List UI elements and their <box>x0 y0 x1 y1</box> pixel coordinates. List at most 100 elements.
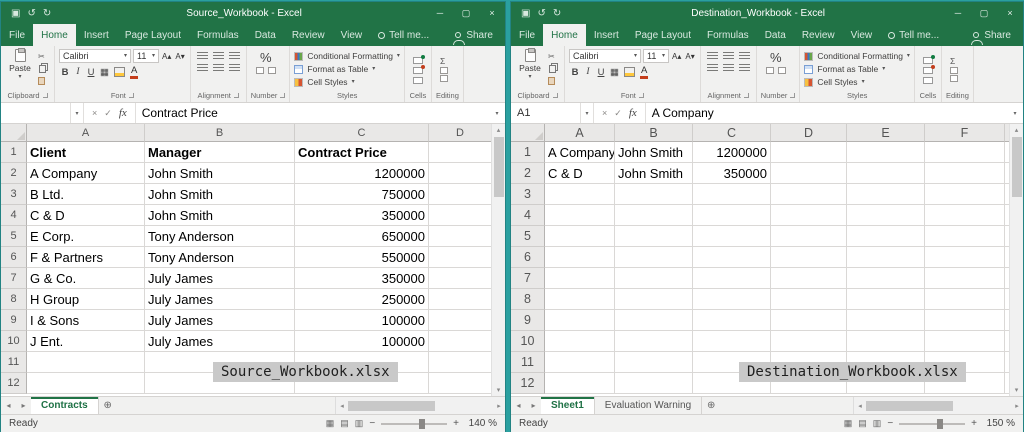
underline-button[interactable]: U <box>87 67 95 78</box>
scroll-down-icon[interactable]: ▾ <box>492 384 505 396</box>
percent-style-button[interactable]: % <box>260 50 272 65</box>
row-header-11[interactable]: 11 <box>511 352 545 373</box>
column-header-C[interactable]: C <box>295 124 429 142</box>
cell-A1[interactable]: A Company <box>545 142 615 163</box>
align-left-icon[interactable] <box>197 64 208 72</box>
cell-D5[interactable] <box>429 226 491 247</box>
increase-font-size-icon[interactable]: A▴ <box>161 52 172 61</box>
align-bottom-icon[interactable] <box>739 52 750 60</box>
ribbon-tab-file[interactable]: File <box>1 24 33 46</box>
page-break-view-icon[interactable]: ▥ <box>355 418 364 429</box>
increase-decimal-icon[interactable] <box>778 67 786 74</box>
sheet-tab-contracts[interactable]: Contracts <box>31 397 99 414</box>
cell-C4[interactable]: 350000 <box>295 205 429 226</box>
row-header-3[interactable]: 3 <box>511 184 545 205</box>
zoom-percentage[interactable]: 140 % <box>465 418 497 429</box>
scroll-left-icon[interactable]: ◂ <box>854 402 866 410</box>
cell-E8[interactable] <box>847 289 925 310</box>
alignment-dialog-launcher-icon[interactable] <box>744 93 749 98</box>
tell-me-box[interactable]: Tell me... <box>880 24 947 46</box>
fill-down-icon[interactable] <box>950 67 958 74</box>
redo-icon[interactable]: ↻ <box>553 8 561 19</box>
redo-icon[interactable]: ↻ <box>43 8 51 19</box>
ribbon-tab-page-layout[interactable]: Page Layout <box>117 24 189 46</box>
fill-color-icon[interactable] <box>114 67 125 77</box>
zoom-slider-thumb[interactable] <box>419 419 425 429</box>
normal-view-icon[interactable]: ▦ <box>326 418 335 429</box>
align-top-icon[interactable] <box>197 52 208 60</box>
cell-A12[interactable] <box>545 373 615 394</box>
ribbon-tab-insert[interactable]: Insert <box>76 24 117 46</box>
close-button[interactable]: × <box>997 2 1023 24</box>
cell-F4[interactable] <box>925 205 1005 226</box>
cell-D4[interactable] <box>429 205 491 226</box>
cell-E10[interactable] <box>847 331 925 352</box>
cut-icon[interactable]: ✂ <box>548 52 560 61</box>
font-color-icon[interactable]: A <box>130 66 138 79</box>
cell-E3[interactable] <box>847 184 925 205</box>
cell-A10[interactable]: J Ent. <box>27 331 145 352</box>
horizontal-scrollbar-track[interactable] <box>866 401 1011 411</box>
sheet-nav-right-icon[interactable]: ▸ <box>16 397 31 414</box>
align-center-icon[interactable] <box>213 64 224 72</box>
cell-D2[interactable] <box>429 163 491 184</box>
clipboard-dialog-launcher-icon[interactable] <box>43 93 48 98</box>
format-as-table-button[interactable]: Format as Table ▾ <box>804 63 910 75</box>
share-button[interactable]: Share <box>443 24 505 46</box>
column-header-E[interactable]: E <box>847 124 925 142</box>
cell-D9[interactable] <box>429 310 491 331</box>
cell-D12[interactable] <box>429 373 491 394</box>
cell-A12[interactable] <box>27 373 145 394</box>
cell-F7[interactable] <box>925 268 1005 289</box>
horizontal-scrollbar[interactable]: ◂ ▸ <box>335 397 505 414</box>
ribbon-tab-formulas[interactable]: Formulas <box>699 24 757 46</box>
column-header-F[interactable]: F <box>925 124 1005 142</box>
row-header-1[interactable]: 1 <box>1 142 27 163</box>
cell-D6[interactable] <box>771 247 847 268</box>
cell-A5[interactable] <box>545 226 615 247</box>
formula-bar-expand-icon[interactable]: ▾ <box>489 103 505 123</box>
percent-style-button[interactable]: % <box>770 50 782 65</box>
cell-E9[interactable] <box>847 310 925 331</box>
autosum-icon[interactable]: Σ <box>950 56 955 66</box>
cell-C4[interactable] <box>693 205 771 226</box>
format-cells-icon[interactable] <box>413 77 423 84</box>
cell-B8[interactable] <box>615 289 693 310</box>
comma-style-icon[interactable] <box>256 67 264 74</box>
cancel-icon[interactable]: × <box>92 108 97 118</box>
cell-B2[interactable]: John Smith <box>145 163 295 184</box>
cell-A11[interactable] <box>27 352 145 373</box>
cell-F3[interactable] <box>925 184 1005 205</box>
cell-B4[interactable]: John Smith <box>145 205 295 226</box>
cell-B9[interactable]: July James <box>145 310 295 331</box>
new-sheet-button[interactable]: ⊕ <box>99 397 117 414</box>
cell-F8[interactable] <box>925 289 1005 310</box>
horizontal-scrollbar-track[interactable] <box>348 401 493 411</box>
font-size-combo[interactable]: 11 ▾ <box>133 49 159 63</box>
insert-function-icon[interactable]: fx <box>119 107 127 119</box>
cell-B12[interactable] <box>615 373 693 394</box>
cell-styles-button[interactable]: Cell Styles ▾ <box>804 76 910 88</box>
column-header-C[interactable]: C <box>693 124 771 142</box>
tell-me-box[interactable]: Tell me... <box>370 24 437 46</box>
sheet-nav-right-icon[interactable]: ▸ <box>526 397 541 414</box>
align-right-icon[interactable] <box>229 64 240 72</box>
font-color-icon[interactable]: A <box>640 66 648 79</box>
name-box[interactable] <box>1 103 71 123</box>
align-center-icon[interactable] <box>723 64 734 72</box>
cell-B6[interactable]: Tony Anderson <box>145 247 295 268</box>
cell-F6[interactable] <box>925 247 1005 268</box>
copy-icon[interactable] <box>38 64 50 73</box>
column-header-D[interactable]: D <box>771 124 847 142</box>
page-break-view-icon[interactable]: ▥ <box>873 418 882 429</box>
cell-D10[interactable] <box>771 331 847 352</box>
insert-function-icon[interactable]: fx <box>629 107 637 119</box>
cell-C1[interactable]: 1200000 <box>693 142 771 163</box>
paste-button[interactable]: Paste ▾ <box>515 49 545 89</box>
cell-A2[interactable]: A Company <box>27 163 145 184</box>
bold-button[interactable]: B <box>61 67 69 78</box>
number-dialog-launcher-icon[interactable] <box>790 93 795 98</box>
cell-F9[interactable] <box>925 310 1005 331</box>
ribbon-tab-file[interactable]: File <box>511 24 543 46</box>
cell-A4[interactable] <box>545 205 615 226</box>
